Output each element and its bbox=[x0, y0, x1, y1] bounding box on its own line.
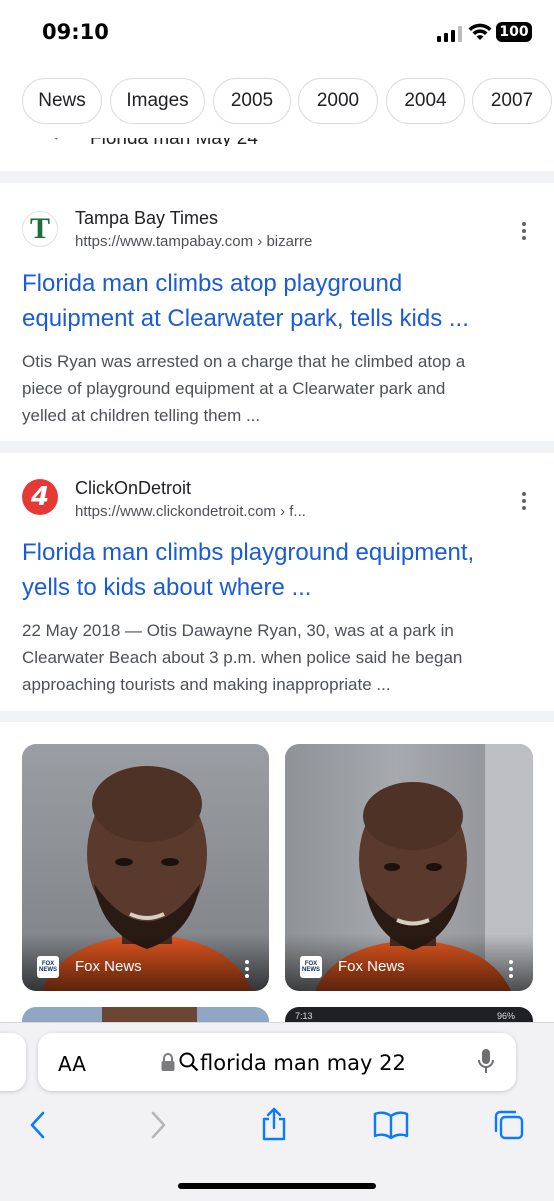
previous-tab-peek[interactable] bbox=[0, 1033, 26, 1091]
result-url-host: https://www.clickondetroit.com bbox=[75, 503, 276, 520]
result-url-path: › bizarre bbox=[257, 233, 313, 250]
snippet-line: 22 May 2018 — Otis Dawayne Ryan, 30, was… bbox=[22, 621, 454, 640]
result-url-path: › f... bbox=[280, 503, 306, 520]
share-icon[interactable] bbox=[258, 1106, 290, 1142]
section-divider bbox=[0, 441, 554, 453]
snippet-line: yelled at children telling them ... bbox=[22, 406, 261, 425]
mugshot-image bbox=[22, 744, 269, 991]
search-result: T Tampa Bay Times https://www.tampabay.c… bbox=[0, 183, 554, 441]
snippet-line: Clearwater Beach about 3 p.m. when polic… bbox=[22, 648, 463, 667]
snippet-line: piece of playground equipment at a Clear… bbox=[22, 379, 446, 398]
result-site-name[interactable]: ClickOnDetroit bbox=[75, 478, 191, 499]
result-title-line: yells to kids about where ... bbox=[22, 574, 312, 601]
result-title-line: Florida man climbs playground equipment, bbox=[22, 539, 475, 566]
tabs-icon[interactable] bbox=[492, 1108, 526, 1142]
result-title-link[interactable]: Florida man climbs playground equipment,… bbox=[22, 535, 542, 605]
result-snippet: Otis Ryan was arrested on a charge that … bbox=[22, 348, 537, 429]
partial-card-time: 7:13 bbox=[295, 1011, 313, 1021]
click-on-detroit-favicon: 4 bbox=[22, 479, 58, 515]
favicon-letter: T bbox=[29, 212, 50, 245]
chip-news[interactable]: News bbox=[22, 78, 102, 124]
fox-news-logo: FOX NEWS bbox=[37, 956, 59, 978]
image-result-card[interactable]: FOX NEWS Fox News bbox=[285, 744, 533, 991]
chip-2005[interactable]: 2005 bbox=[213, 78, 291, 124]
partial-card-battery: 96% bbox=[497, 1011, 516, 1021]
battery-indicator: 100 bbox=[496, 22, 532, 42]
microphone-icon[interactable] bbox=[477, 1048, 495, 1076]
aa-label: AA bbox=[58, 1052, 86, 1076]
image-source-label: Fox News bbox=[75, 958, 142, 975]
chip-bar-background bbox=[0, 126, 554, 138]
cellular-signal-icon bbox=[437, 26, 462, 42]
wifi-icon bbox=[468, 23, 492, 40]
image-source-label: Fox News bbox=[338, 958, 405, 975]
reader-settings-button[interactable]: AA bbox=[58, 1052, 86, 1076]
image-result-card[interactable]: FOX NEWS Fox News bbox=[22, 744, 269, 991]
chip-2007[interactable]: 2007 bbox=[472, 78, 552, 124]
result-more-options-icon[interactable] bbox=[521, 489, 527, 513]
lock-icon bbox=[161, 1053, 175, 1071]
status-time: 09:10 bbox=[42, 20, 109, 44]
snippet-line: Otis Ryan was arrested on a charge that … bbox=[22, 352, 466, 371]
filter-chip-row: News Images 2005 2000 2004 2007 bbox=[0, 78, 554, 126]
back-icon[interactable] bbox=[28, 1110, 48, 1140]
chip-2000[interactable]: 2000 bbox=[298, 78, 378, 124]
chip-images[interactable]: Images bbox=[110, 78, 205, 124]
mugshot-image bbox=[285, 744, 533, 991]
result-site-name[interactable]: Tampa Bay Times bbox=[75, 208, 218, 229]
section-divider bbox=[0, 171, 554, 183]
result-url[interactable]: https://www.tampabay.com › bizarre bbox=[75, 233, 312, 250]
result-title-line: Florida man climbs atop playground bbox=[22, 270, 403, 297]
result-title-link[interactable]: Florida man climbs atop playground equip… bbox=[22, 266, 542, 336]
favicon-letter: 4 bbox=[30, 482, 50, 512]
search-icon bbox=[179, 1052, 199, 1072]
home-indicator bbox=[178, 1183, 376, 1189]
bookmarks-icon[interactable] bbox=[372, 1110, 410, 1140]
fox-news-logo: FOX NEWS bbox=[300, 956, 322, 978]
result-title-line: equipment at Clearwater park, tells kids… bbox=[22, 305, 469, 332]
result-more-options-icon[interactable] bbox=[521, 219, 527, 243]
section-divider bbox=[0, 711, 554, 722]
chip-2004[interactable]: 2004 bbox=[386, 78, 465, 124]
address-bar-text[interactable]: florida man may 22 bbox=[200, 1051, 406, 1075]
image-more-options-icon[interactable] bbox=[244, 957, 250, 981]
result-url[interactable]: https://www.clickondetroit.com › f... bbox=[75, 503, 306, 520]
result-url-host: https://www.tampabay.com bbox=[75, 233, 254, 250]
snippet-line: approaching tourists and making inapprop… bbox=[22, 675, 391, 694]
forward-icon[interactable] bbox=[148, 1110, 168, 1140]
tampa-bay-times-favicon: T bbox=[22, 211, 58, 247]
result-snippet: 22 May 2018 — Otis Dawayne Ryan, 30, was… bbox=[22, 617, 537, 698]
image-more-options-icon[interactable] bbox=[508, 957, 514, 981]
search-result: 4 ClickOnDetroit https://www.clickondetr… bbox=[0, 453, 554, 711]
